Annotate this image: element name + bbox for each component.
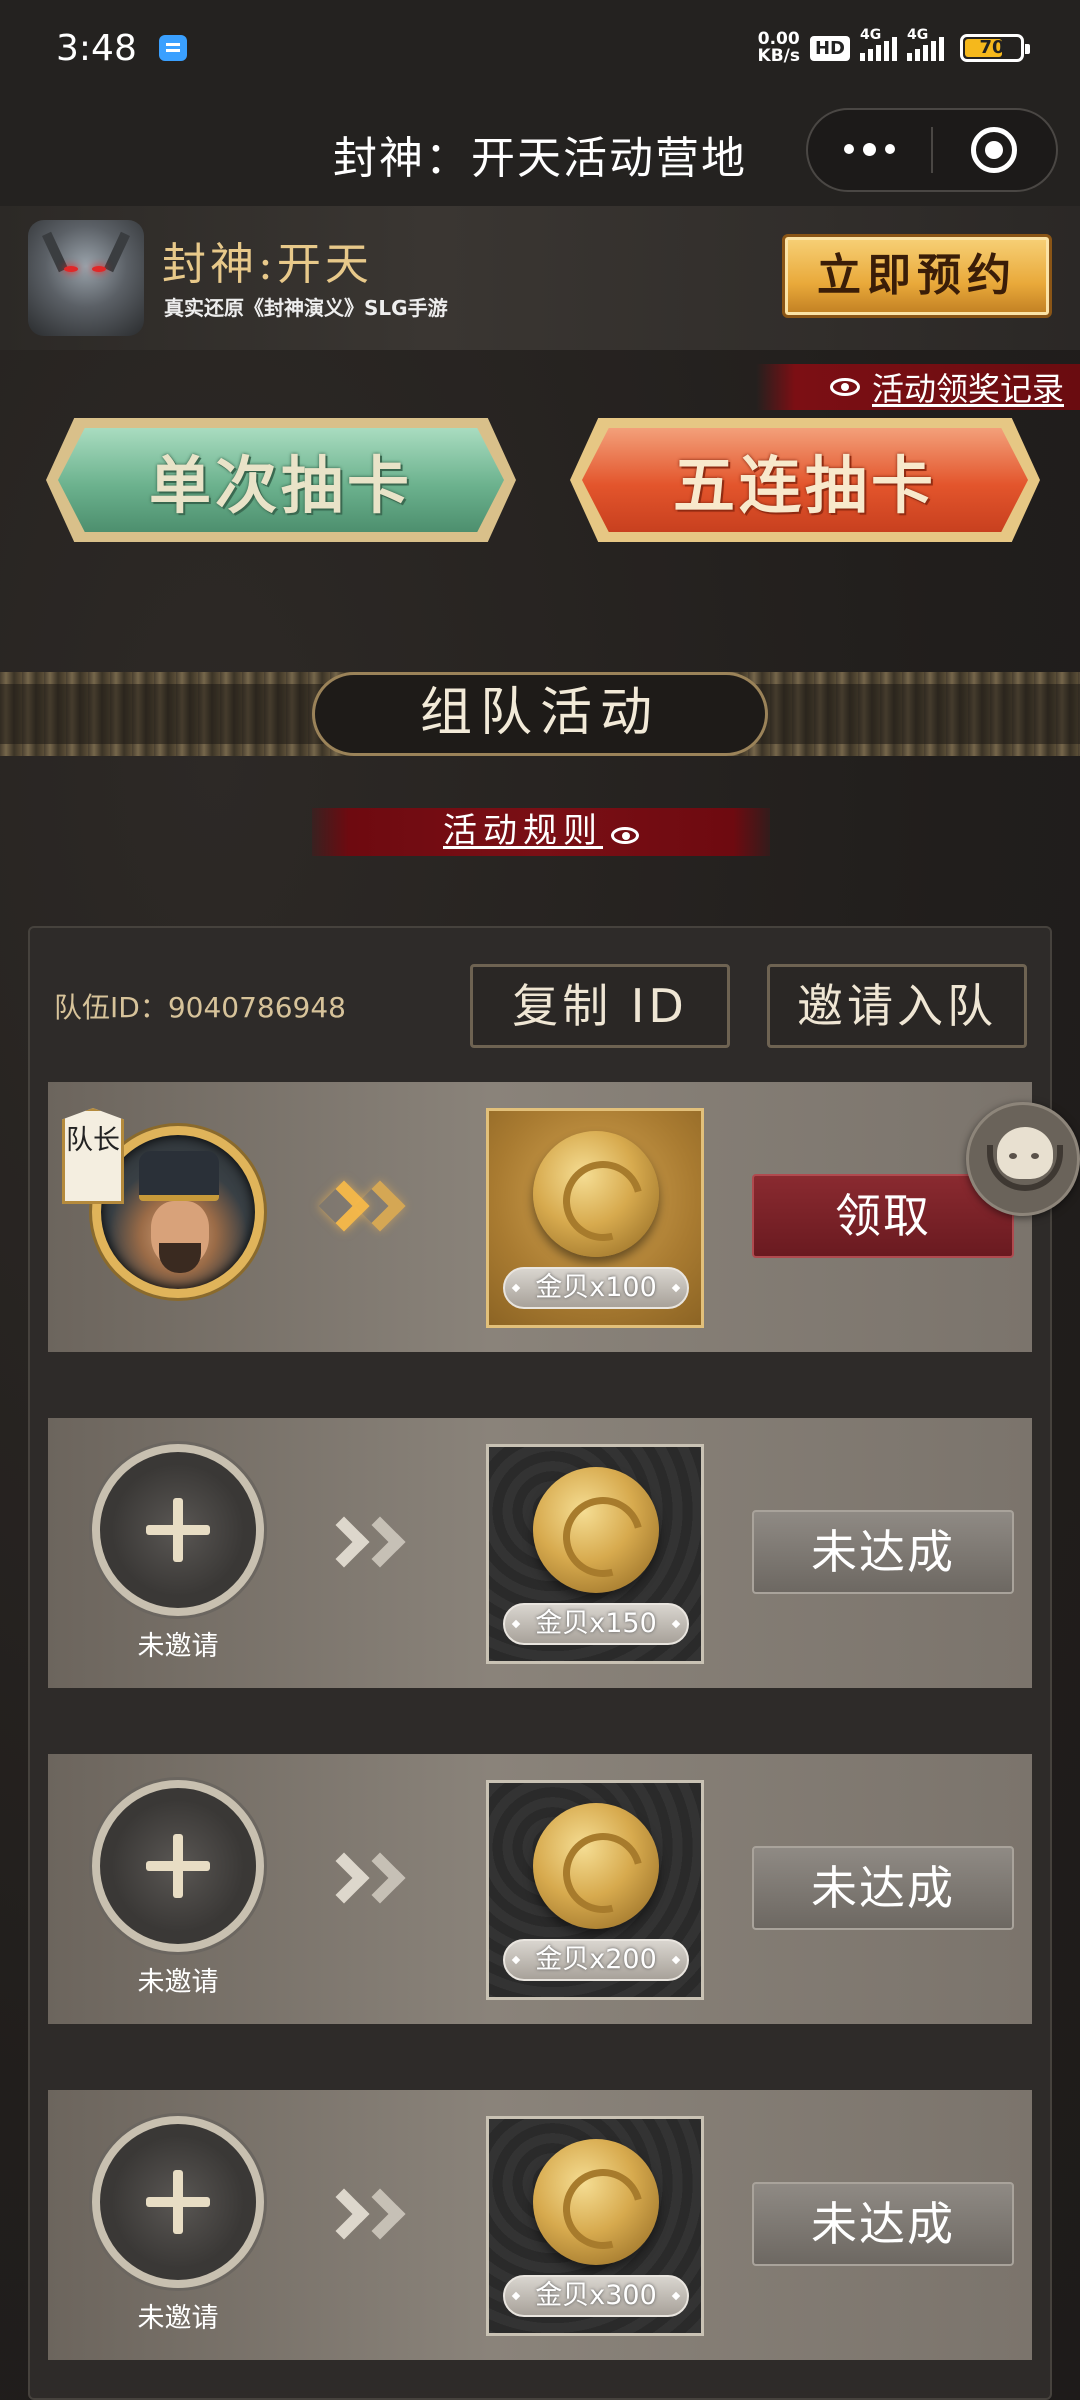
single-draw-button[interactable]: 单次抽卡 [46,418,516,542]
hd-voice-badge: HD [809,35,850,61]
not-achieved-button[interactable]: 未达成 [752,1510,1014,1594]
mini-program-capsule [806,108,1058,192]
close-mini-program-icon[interactable] [933,127,1056,173]
progress-arrow-icon [318,2186,426,2256]
signal-strength-icon-2: 4G [907,27,944,61]
five-draw-button[interactable]: 五连抽卡 [570,418,1040,542]
reward-record-link[interactable]: 活动领奖记录 [756,364,1080,410]
reward-label: 金贝x100 [503,1267,689,1309]
game-name: 封神:开天 [162,239,373,290]
progress-arrow-icon [318,1850,426,1920]
reserve-now-button[interactable]: 立即预约 [782,234,1052,318]
battery-percent: 70 [979,37,1005,58]
signal-type-label-2: 4G [907,27,929,43]
status-indicators: 0.00 KB/s HD 4G 4G 70 [758,27,1030,65]
more-icon[interactable] [808,143,931,156]
reward-label: 金贝x150 [503,1603,689,1645]
team-row: 未邀请 金贝x300 未达成 [48,2090,1032,2360]
eye-icon [611,827,639,844]
reward-box: 金贝x200 [486,1780,704,2000]
network-speed: 0.00 KB/s [758,31,800,65]
reward-box: 金贝x300 [486,2116,704,2336]
eye-icon [829,378,860,396]
slot-status-label: 未邀请 [137,2303,219,2334]
gold-shell-coin-icon [533,2139,659,2265]
copy-id-button[interactable]: 复制 ID [470,964,730,1048]
customer-service-icon[interactable] [966,1102,1080,1216]
notification-message-icon [158,35,187,61]
not-achieved-button[interactable]: 未达成 [752,1846,1014,1930]
team-row: 未邀请 金贝x150 未达成 [48,1418,1032,1688]
activity-rules-label: 活动规则 [443,811,603,851]
invite-member-slot[interactable] [92,1444,264,1616]
progress-arrow-icon [318,1514,426,1584]
status-time: 3:48 [56,27,137,69]
progress-arrow-icon [318,1178,426,1248]
invite-to-team-button[interactable]: 邀请入队 [767,964,1027,1048]
single-draw-label: 单次抽卡 [148,449,413,522]
gold-shell-coin-icon [533,1467,659,1593]
mini-program-title-bar: 封神：开天活动营地 [0,96,1080,206]
team-id: 队伍ID：9040786948 [54,991,346,1024]
signal-type-label: 4G [860,27,882,43]
invite-member-slot[interactable] [92,2116,264,2288]
reward-label: 金贝x300 [503,2275,689,2317]
network-speed-unit: KB/s [757,46,800,66]
reward-record-label: 活动领奖记录 [871,370,1064,408]
team-row: 未邀请 金贝x200 未达成 [48,1754,1032,2024]
not-achieved-button[interactable]: 未达成 [752,2182,1014,2266]
reward-label: 金贝x200 [503,1939,689,1981]
slot-status-label: 未邀请 [137,1967,219,1998]
battery-icon: 70 [960,34,1030,62]
gold-shell-coin-icon [533,1803,659,1929]
slot-status-label: 未邀请 [137,1631,219,1662]
game-logo [28,220,144,336]
invite-member-slot[interactable] [92,1780,264,1952]
activity-rules-link[interactable]: 活动规则 [312,808,770,856]
team-activity-title: 组队活动 [312,672,768,756]
reward-box: 金贝x100 [486,1108,704,1328]
team-row: 队长 金贝x100 领取 [48,1082,1032,1352]
reward-box: 金贝x150 [486,1444,704,1664]
game-banner: 封神:开天 真实还原《封神演义》SLG手游 立即预约 [0,206,1080,350]
signal-strength-icon: 4G [860,27,897,61]
gold-shell-coin-icon [533,1131,659,1257]
game-subtitle: 真实还原《封神演义》SLG手游 [164,296,448,320]
status-bar: 3:48 0.00 KB/s HD 4G 4G 70 [0,0,1080,96]
five-draw-label: 五连抽卡 [672,449,937,522]
leader-badge: 队长 [62,1108,124,1204]
